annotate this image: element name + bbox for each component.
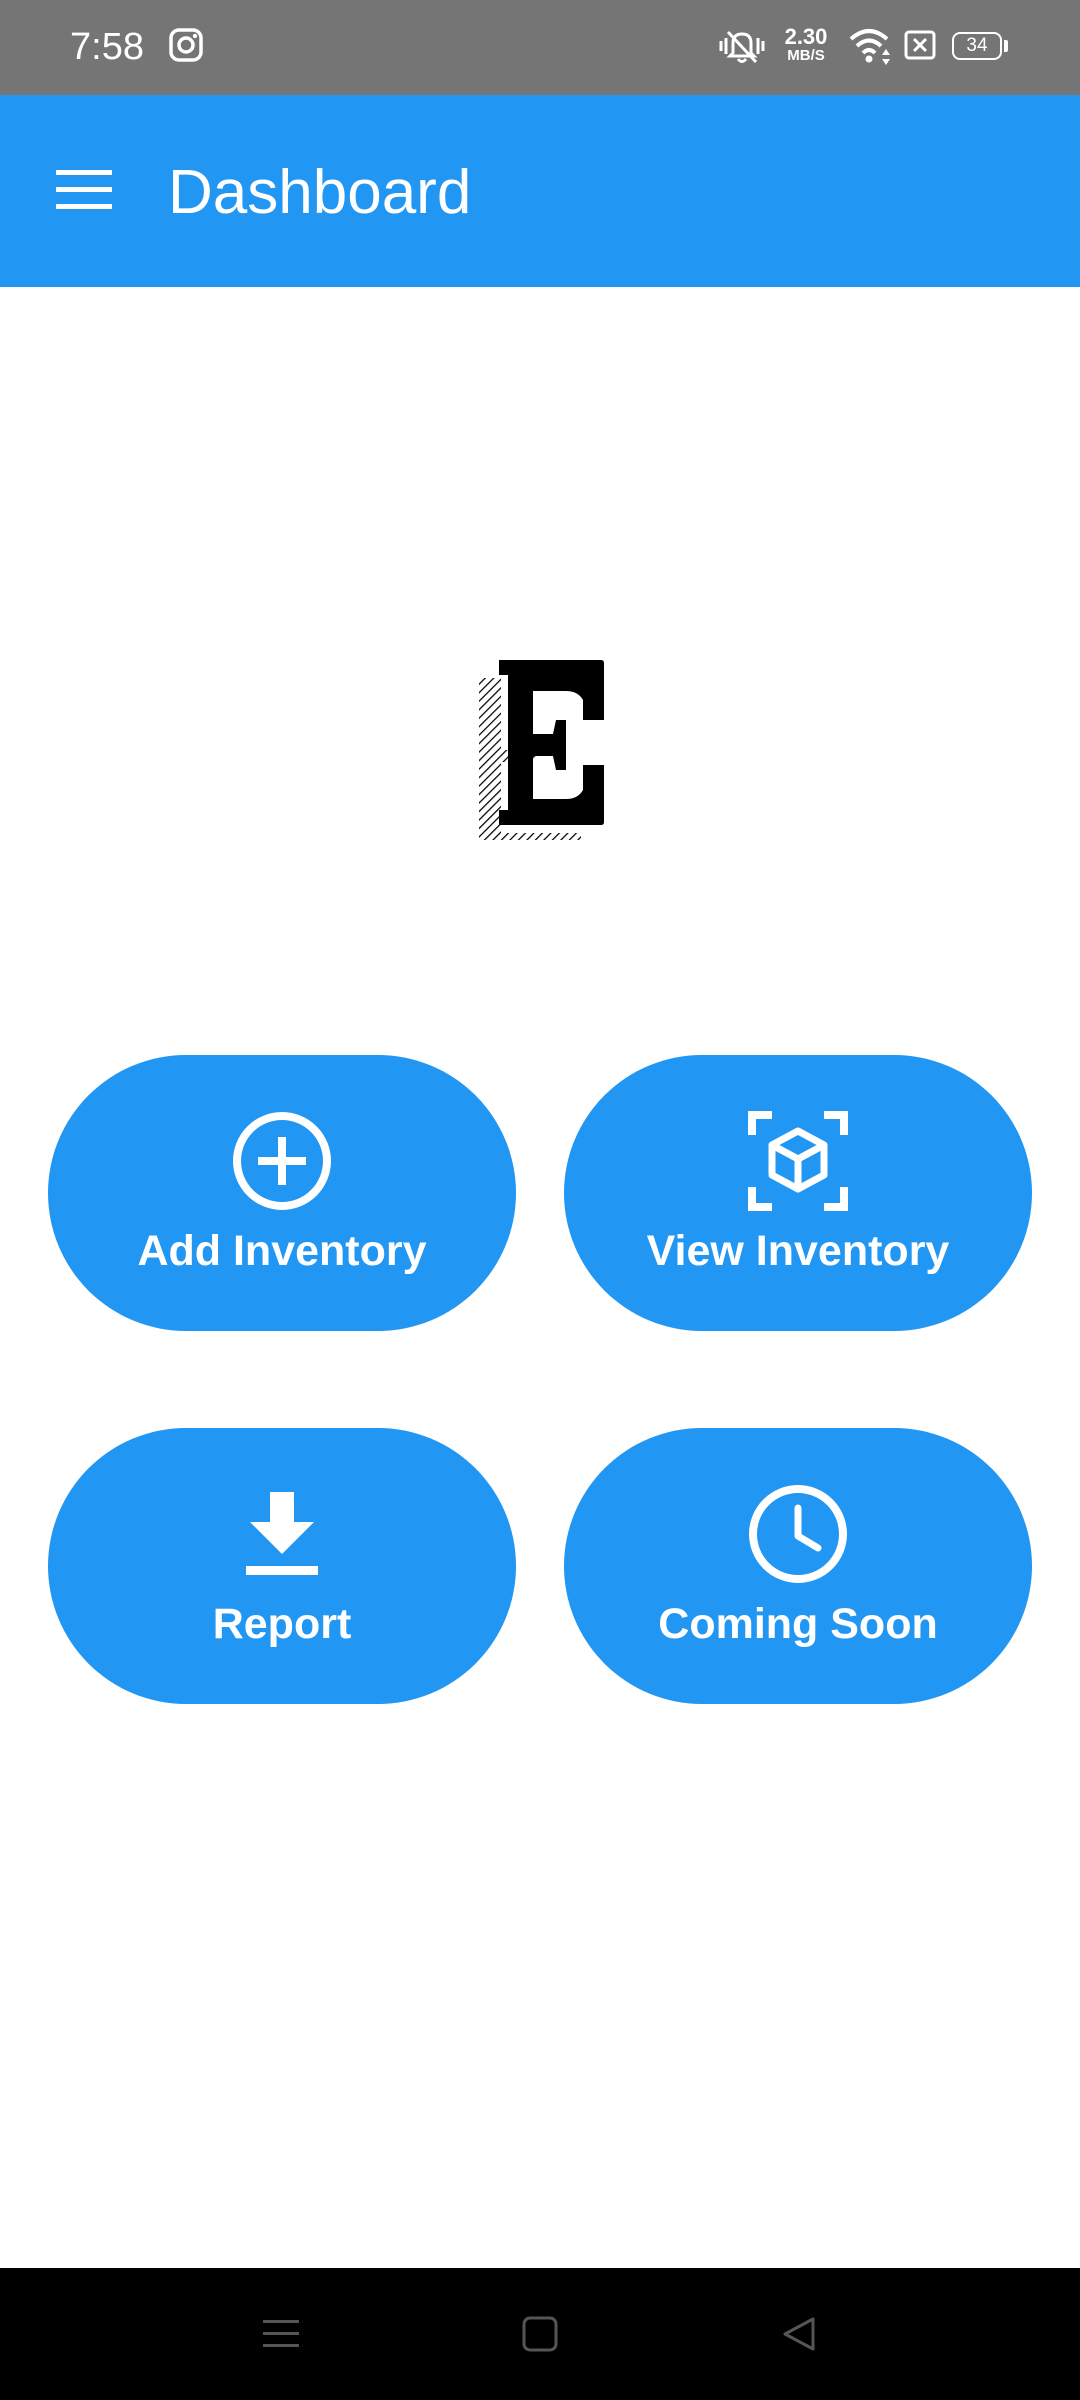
instagram-icon: [168, 25, 206, 70]
recents-button[interactable]: [241, 2298, 321, 2370]
add-circle-icon: [232, 1111, 332, 1211]
back-icon: [781, 2316, 817, 2357]
battery-icon: 34: [952, 32, 1002, 60]
menu-button[interactable]: [40, 150, 128, 232]
recents-icon: [263, 2316, 299, 2357]
view-inventory-label: View Inventory: [646, 1227, 950, 1275]
system-nav-bar: [0, 2268, 1080, 2400]
add-inventory-label: Add Inventory: [137, 1227, 427, 1275]
view-inventory-button[interactable]: View Inventory: [564, 1055, 1032, 1331]
hamburger-menu-icon: [56, 168, 112, 217]
network-speed-unit: MB/S: [787, 47, 825, 64]
network-speed: 2.30 MB/S: [778, 26, 834, 64]
page-title: Dashboard: [168, 158, 472, 227]
add-inventory-button[interactable]: Add Inventory: [48, 1055, 516, 1331]
status-time: 7:58: [70, 26, 144, 68]
report-label: Report: [212, 1600, 352, 1648]
wifi-icon: [848, 25, 894, 72]
battery-tip: [1004, 40, 1008, 52]
home-button[interactable]: [500, 2298, 580, 2370]
network-speed-value: 2.30: [784, 24, 828, 49]
clock-icon: [748, 1484, 848, 1584]
coming-soon-button[interactable]: Coming Soon: [564, 1428, 1032, 1704]
home-icon: [522, 2316, 558, 2357]
status-bar: 7:58 2.30 MB/S 34: [0, 0, 1080, 95]
report-button[interactable]: Report: [48, 1428, 516, 1704]
vibrate-icon: [718, 25, 766, 74]
view-in-ar-icon: [748, 1111, 848, 1211]
coming-soon-label: Coming Soon: [658, 1600, 938, 1648]
app-bar: Dashboard: [0, 95, 1080, 287]
no-sim-icon: [902, 25, 938, 70]
download-icon: [232, 1484, 332, 1584]
back-button[interactable]: [759, 2298, 839, 2370]
app-logo: [470, 650, 610, 845]
